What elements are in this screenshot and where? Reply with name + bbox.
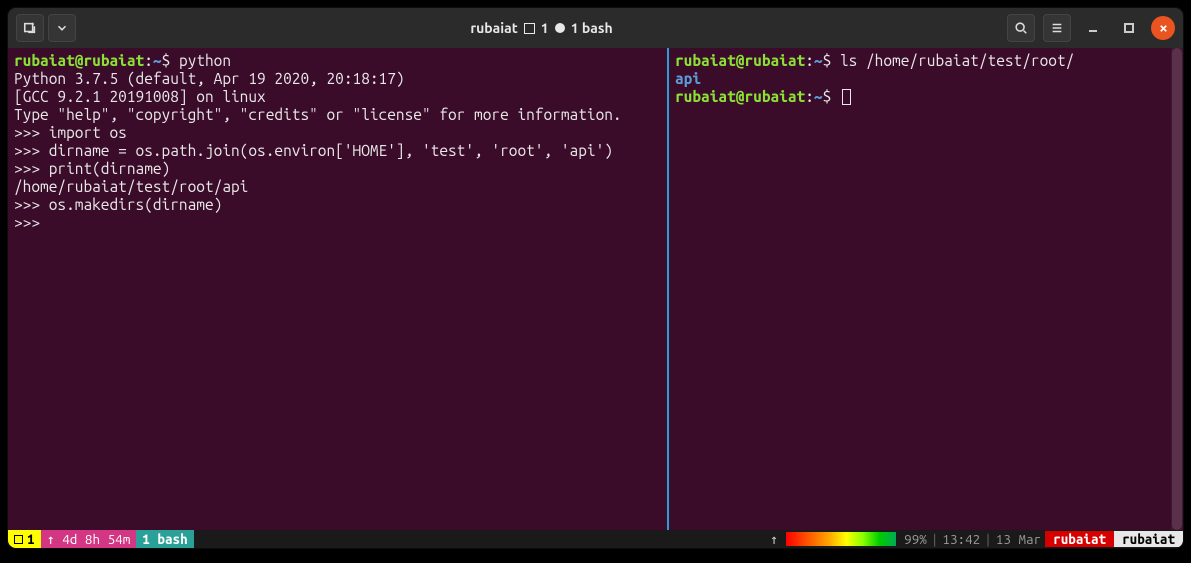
ls-output: api <box>675 70 701 87</box>
window-title: rubaiat 1 1 bash <box>76 20 1007 36</box>
title-host: rubaiat <box>470 20 517 36</box>
prompt-user: rubaiat <box>675 52 736 69</box>
status-host: rubaiat <box>1045 531 1114 547</box>
pane-active-icon <box>555 23 565 33</box>
repl-line: >>> dirname = os.path.join(os.environ['H… <box>14 142 613 159</box>
hamburger-menu-button[interactable] <box>1043 14 1071 42</box>
scrollbar-thumb[interactable] <box>1172 48 1182 530</box>
cmd-ls: ls /home/rubaiat/test/root/ <box>831 52 1074 69</box>
title-pane-1: 1 <box>541 20 549 36</box>
session-icon <box>14 535 23 544</box>
repl-prompt: >>> <box>14 214 49 231</box>
tmux-statusbar: 1 ↑ 4d 8h 54m 1 bash ↑ 99% | 13:42 | 13 … <box>8 530 1183 548</box>
right-pane[interactable]: rubaiat@rubaiat:~$ ls /home/rubaiat/test… <box>667 48 1183 530</box>
python-banner-1: Python 3.7.5 (default, Apr 19 2020, 20:1… <box>14 70 405 87</box>
status-session[interactable]: 1 <box>8 530 41 548</box>
title-pane-2: 1 bash <box>571 20 613 36</box>
new-tab-dropdown[interactable] <box>48 14 76 42</box>
python-banner-2: [GCC 9.2.1 20191008] on linux <box>14 88 266 105</box>
repl-line: >>> os.makedirs(dirname) <box>14 196 222 213</box>
status-uptime: ↑ 4d 8h 54m <box>41 530 137 548</box>
pane-inactive-icon <box>524 23 535 34</box>
repl-line: >>> print(dirname) <box>14 160 170 177</box>
repl-output: /home/rubaiat/test/root/api <box>14 178 248 195</box>
close-button[interactable] <box>1151 16 1175 40</box>
upload-icon: ↑ <box>766 531 782 548</box>
clock-time: 13:42 <box>938 531 984 547</box>
repl-line: >>> import os <box>14 124 127 141</box>
battery-percent: 99% <box>900 531 931 547</box>
cursor <box>842 89 851 105</box>
prompt-user: rubaiat <box>14 52 75 69</box>
status-window[interactable]: 1 bash <box>136 530 193 548</box>
cmd-python: python <box>170 52 231 69</box>
minimize-button[interactable] <box>1079 14 1107 42</box>
new-tab-button[interactable] <box>16 14 44 42</box>
maximize-button[interactable] <box>1115 14 1143 42</box>
battery-gradient <box>786 532 896 546</box>
terminal-panes: rubaiat@rubaiat:~$ python Python 3.7.5 (… <box>8 48 1183 530</box>
clock-date: 13 Mar <box>992 531 1045 547</box>
scrollbar[interactable] <box>1171 48 1183 530</box>
search-button[interactable] <box>1007 14 1035 42</box>
terminal-window: rubaiat 1 1 bash rubaiat@rubaiat <box>8 8 1183 548</box>
left-pane[interactable]: rubaiat@rubaiat:~$ python Python 3.7.5 (… <box>8 48 667 530</box>
status-user: rubaiat <box>1114 531 1183 547</box>
titlebar: rubaiat 1 1 bash <box>8 8 1183 48</box>
python-banner-3: Type "help", "copyright", "credits" or "… <box>14 106 622 123</box>
